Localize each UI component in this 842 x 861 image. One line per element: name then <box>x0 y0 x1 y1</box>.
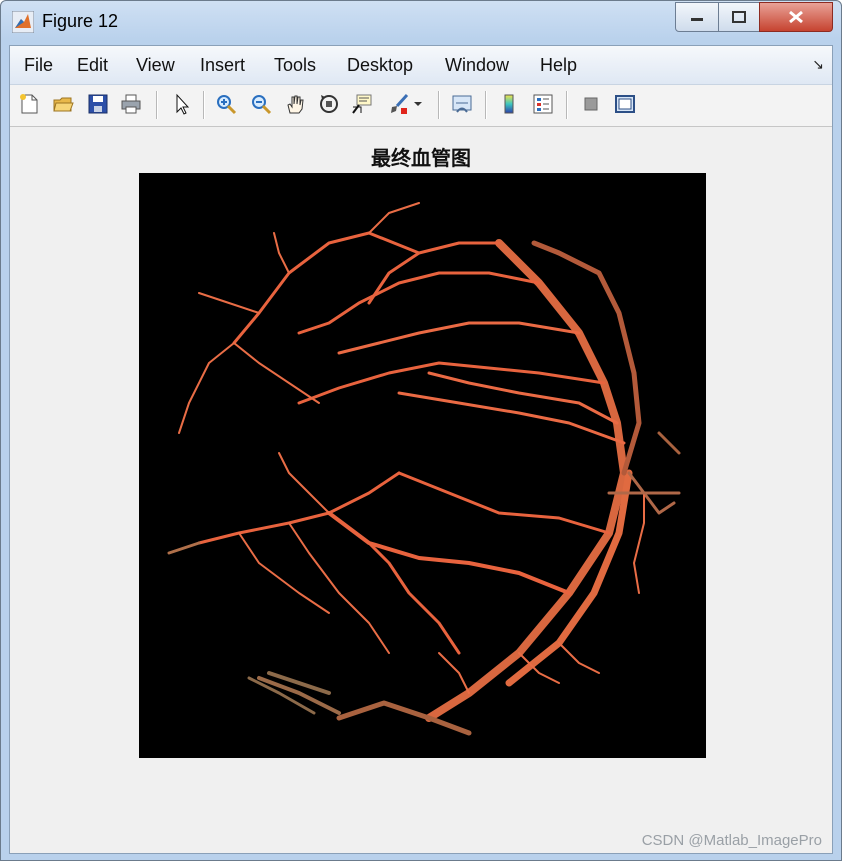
menu-tools[interactable]: Tools <box>274 55 316 76</box>
vessel-image <box>167 202 681 736</box>
toolbar <box>10 85 832 127</box>
zoom-out-icon <box>252 95 272 115</box>
menu-bar: File Edit View Insert Tools Desktop Wind… <box>10 46 832 85</box>
pan-hand-icon <box>287 95 304 114</box>
hide-plot-tools-button[interactable] <box>578 91 604 117</box>
zoom-in-icon <box>217 95 237 115</box>
save-button[interactable] <box>85 91 111 117</box>
data-cursor-button[interactable] <box>349 91 375 117</box>
brush-button[interactable] <box>385 91 411 117</box>
show-plot-tools-icon <box>615 95 635 113</box>
close-button[interactable] <box>759 2 833 32</box>
new-figure-icon <box>20 94 38 114</box>
colorbar-icon <box>504 94 514 114</box>
toolbar-separator <box>485 91 487 119</box>
figure-canvas: 最终血管图 CSDN @Matlab_ImagePro <box>10 127 832 853</box>
menu-file[interactable]: File <box>24 55 53 76</box>
menu-edit[interactable]: Edit <box>77 55 108 76</box>
hide-plot-tools-icon <box>584 97 598 111</box>
rotate-3d-icon <box>320 95 338 113</box>
toolbar-separator <box>203 91 205 119</box>
toolbar-separator <box>566 91 568 119</box>
watermark-text: CSDN @Matlab_ImagePro <box>641 832 822 849</box>
minimize-button[interactable] <box>675 2 719 32</box>
close-icon <box>789 10 803 24</box>
chevron-down-icon <box>414 102 422 106</box>
menu-desktop[interactable]: Desktop <box>347 55 413 76</box>
toolbar-separator <box>438 91 440 119</box>
plot-axes[interactable] <box>139 173 706 758</box>
link-plot-icon <box>452 95 472 113</box>
toolbar-separator <box>156 91 158 119</box>
plot-title: 最终血管图 <box>371 146 471 170</box>
print-button[interactable] <box>118 91 144 117</box>
title-bar[interactable]: Figure 12 <box>1 1 841 45</box>
menu-help[interactable]: Help <box>540 55 577 76</box>
minimize-icon <box>691 18 703 21</box>
pan-button[interactable] <box>282 91 308 117</box>
brush-icon <box>391 93 409 114</box>
pointer-icon <box>176 93 190 115</box>
rotate-3d-button[interactable] <box>316 91 342 117</box>
menu-window[interactable]: Window <box>445 55 509 76</box>
window-title: Figure 12 <box>42 11 119 31</box>
brush-dropdown[interactable] <box>411 91 425 117</box>
dock-arrow-icon[interactable]: ↘ <box>812 56 824 73</box>
menu-insert[interactable]: Insert <box>200 55 245 76</box>
figure-window: Figure 12 File Edit View Insert Tools De… <box>0 0 842 861</box>
client-area: File Edit View Insert Tools Desktop Wind… <box>9 45 833 854</box>
menu-view[interactable]: View <box>136 55 175 76</box>
matlab-app-icon <box>12 11 34 33</box>
save-icon <box>88 94 108 114</box>
link-plot-button[interactable] <box>449 91 475 117</box>
maximize-icon <box>732 11 746 23</box>
data-cursor-icon <box>352 94 372 114</box>
pointer-button[interactable] <box>168 91 194 117</box>
open-file-icon <box>53 97 74 112</box>
show-plot-tools-button[interactable] <box>612 91 638 117</box>
colorbar-button[interactable] <box>496 91 522 117</box>
zoom-out-button[interactable] <box>248 91 274 117</box>
legend-icon <box>533 94 553 114</box>
new-figure-button[interactable] <box>16 91 42 117</box>
print-icon <box>121 94 141 114</box>
legend-button[interactable] <box>530 91 556 117</box>
zoom-in-button[interactable] <box>213 91 239 117</box>
open-file-button[interactable] <box>50 91 76 117</box>
maximize-button[interactable] <box>718 2 760 32</box>
